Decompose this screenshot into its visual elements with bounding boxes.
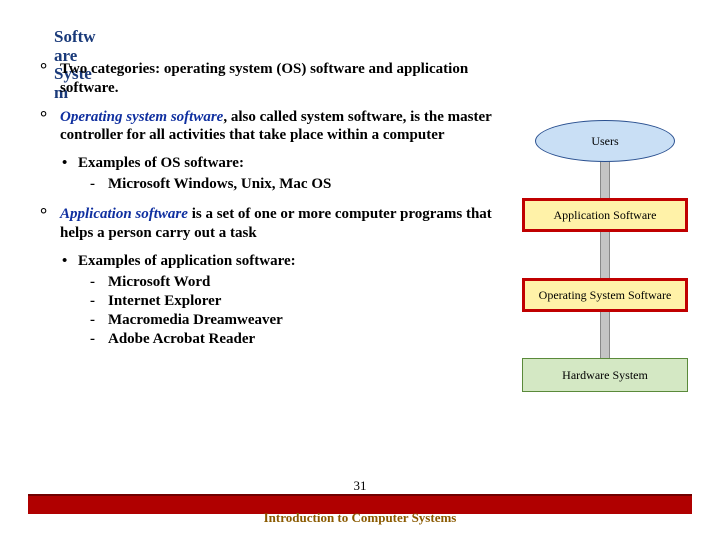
layer-diagram: Users Application Software Operating Sys… <box>510 110 700 420</box>
app-example-1: Microsoft Word <box>40 274 510 291</box>
app-examples-label: Examples of application software: <box>40 253 510 270</box>
app-term: Application software <box>60 206 188 222</box>
footer-text: Introduction to Computer Systems <box>0 510 720 526</box>
app-example-4: Adobe Acrobat Reader <box>40 331 510 348</box>
bullet-app: Application software is a set of one or … <box>40 205 510 243</box>
bullet-os: Operating system software, also called s… <box>40 108 510 146</box>
bullet-categories: Two categories: operating system (OS) so… <box>40 60 510 98</box>
hardware-layer: Hardware System <box>522 358 688 392</box>
os-layer: Operating System Software <box>522 278 688 312</box>
content-area: Two categories: operating system (OS) so… <box>40 60 510 350</box>
os-examples-label: Examples of OS software: <box>40 155 510 172</box>
users-layer: Users <box>535 120 675 162</box>
application-layer: Application Software <box>522 198 688 232</box>
app-example-3: Macromedia Dreamweaver <box>40 312 510 329</box>
page-number: 31 <box>0 478 720 494</box>
connector-2 <box>600 230 610 280</box>
os-example-1: Microsoft Windows, Unix, Mac OS <box>40 176 510 193</box>
os-term: Operating system software <box>60 109 223 125</box>
connector-3 <box>600 310 610 360</box>
connector-1 <box>600 160 610 200</box>
app-example-2: Internet Explorer <box>40 293 510 310</box>
